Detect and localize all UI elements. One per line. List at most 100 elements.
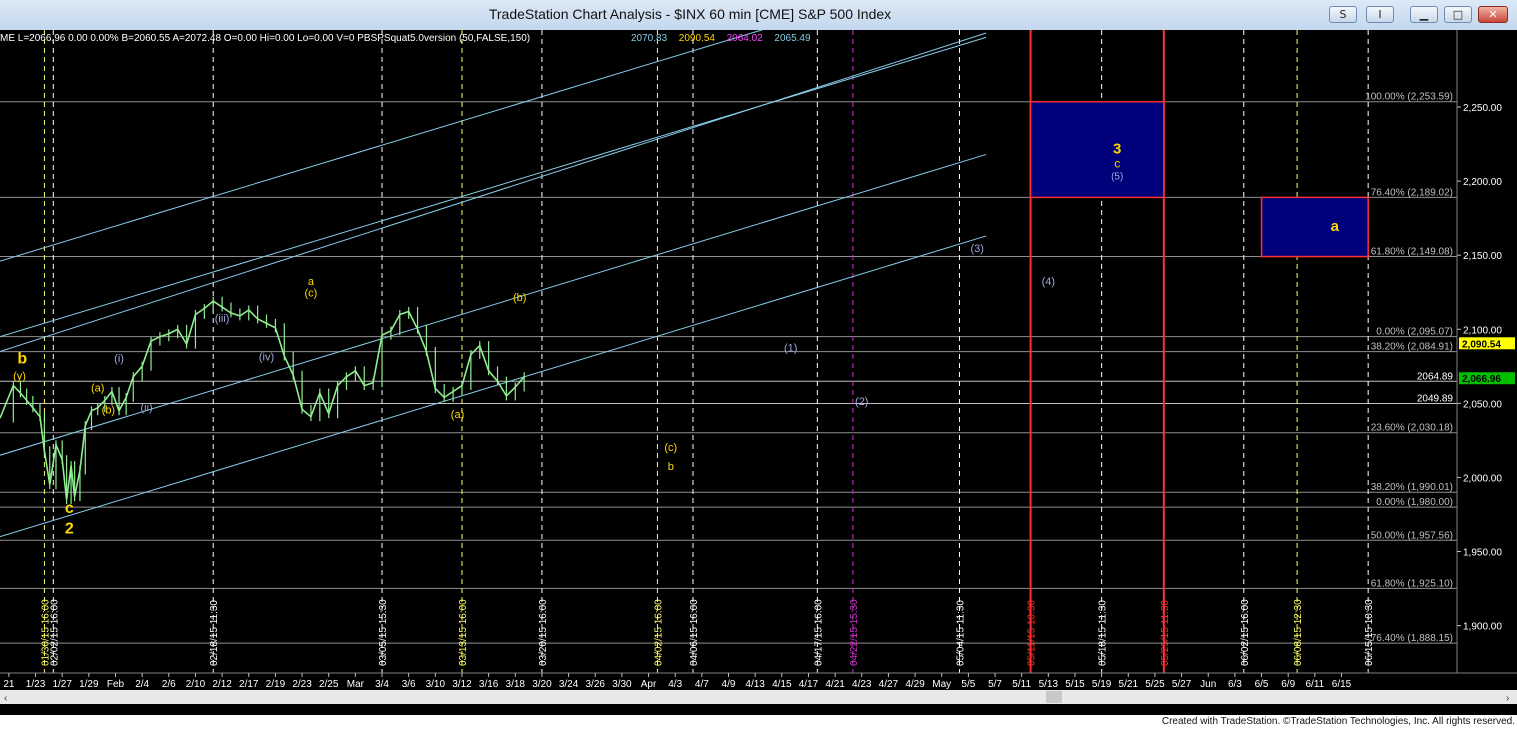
wave-label: (b) (513, 292, 526, 304)
s-dropdown-button[interactable]: S (1329, 6, 1357, 23)
status-readout: 2064.02 (727, 33, 764, 44)
status-readout: 2070.83 (631, 33, 668, 44)
scrollbar-thumb[interactable] (1046, 691, 1062, 703)
x-tick-label: 4/27 (879, 679, 899, 690)
price-tag-label: 2,066.96 (1462, 374, 1501, 385)
level-label: 23.60% (2,030.18) (1371, 423, 1453, 434)
target-box-label: a (1331, 218, 1340, 235)
time-marker-label: 04/22/15 15:30 (849, 599, 860, 666)
time-marker-label: 03/05/15 15:30 (378, 599, 389, 666)
time-marker-label: 04/17/15 16:00 (813, 599, 824, 666)
time-marker-label: 06/02/15 16:00 (1240, 599, 1251, 666)
x-tick-label: 6/5 (1255, 679, 1269, 690)
wave-label: 2 (65, 521, 74, 538)
level-label: 61.80% (1,925.10) (1371, 578, 1453, 589)
maximize-button[interactable]: □ (1444, 6, 1472, 23)
target-box-sublabel: (5) (1111, 172, 1123, 183)
x-tick-label: 5/7 (988, 679, 1002, 690)
scroll-left-icon[interactable]: ‹ (4, 693, 7, 704)
x-tick-label: 4/7 (695, 679, 709, 690)
y-tick-label: 2,050.00 (1463, 399, 1502, 410)
x-tick-label: 3/12 (452, 679, 472, 690)
wave-label: b (668, 461, 674, 473)
x-tick-label: 3/30 (612, 679, 632, 690)
copyright-text: Created with TradeStation. ©TradeStation… (1161, 716, 1515, 727)
x-tick-label: 5/5 (961, 679, 975, 690)
wave-label: (a) (91, 383, 104, 395)
wave-label: (b) (102, 405, 115, 417)
x-tick-label: 4/13 (745, 679, 765, 690)
y-tick-label: 2,250.00 (1463, 103, 1502, 114)
level-label: 38.20% (1,990.01) (1371, 482, 1453, 493)
wave-label: (4) (1042, 276, 1055, 288)
wave-label: (3) (971, 243, 984, 255)
time-marker-label: 05/04/15 11:30 (955, 600, 966, 666)
close-button[interactable]: ✕ (1478, 6, 1508, 23)
wave-label: (2) (855, 396, 868, 408)
wave-label: c (65, 500, 74, 517)
y-tick-label: 2,150.00 (1463, 251, 1502, 262)
time-marker-label: 04/02/15 16:00 (653, 599, 664, 666)
x-tick-label: Mar (347, 679, 365, 690)
x-tick-label: 4/21 (825, 679, 845, 690)
x-tick-label: 21 (3, 679, 15, 690)
x-tick-label: 1/27 (52, 679, 72, 690)
x-tick-label: Apr (641, 679, 657, 690)
x-tick-label: 2/17 (239, 679, 259, 690)
target-box (1260, 196, 1369, 258)
y-tick-label: 1,950.00 (1463, 548, 1502, 559)
x-tick-label: 3/24 (559, 679, 579, 690)
target-box-sublabel: c (1114, 157, 1120, 171)
i-dropdown-button[interactable]: I (1366, 6, 1394, 23)
time-marker-label: 05/25/15 11:30 (1160, 600, 1171, 666)
wave-label: (ii) (140, 402, 152, 414)
x-tick-label: 2/10 (186, 679, 206, 690)
x-tick-label: 1/23 (26, 679, 46, 690)
level-label: 76.40% (1,888.15) (1371, 633, 1453, 644)
level-label: 76.40% (2,189.02) (1371, 187, 1453, 198)
x-tick-label: Jun (1200, 679, 1216, 690)
chart-area[interactable]: 100.00% (2,253.59) 76.40% (2,189.02) 61.80… (0, 0, 1517, 715)
time-marker-label: 03/13/15 16:00 (458, 599, 469, 666)
y-tick-label: 2,200.00 (1463, 177, 1502, 188)
time-marker-label: 02/02/15 16:00 (49, 599, 60, 666)
x-tick-label: May (932, 679, 951, 690)
x-tick-label: 3/20 (532, 679, 552, 690)
x-tick-label: 3/18 (506, 679, 526, 690)
level-label: 2049.89 (1417, 394, 1454, 405)
x-tick-label: 4/3 (668, 679, 682, 690)
level-label: 100.00% (2,253.59) (1365, 92, 1453, 103)
window-title: TradeStation Chart Analysis - $INX 60 mi… (488, 6, 892, 22)
x-tick-label: 2/4 (135, 679, 149, 690)
x-tick-label: 5/19 (1092, 679, 1112, 690)
minimize-button[interactable]: ▁ (1410, 6, 1438, 23)
x-tick-label: 3/26 (586, 679, 606, 690)
level-label: 0.00% (2,095.07) (1376, 327, 1453, 338)
target-box-label: 3 (1113, 141, 1121, 158)
wave-label: (i) (114, 353, 124, 365)
x-tick-label: 3/16 (479, 679, 499, 690)
level-label: 0.00% (1,980.00) (1376, 497, 1453, 508)
y-tick-label: 2,100.00 (1463, 325, 1502, 336)
x-tick-label: 2/23 (292, 679, 312, 690)
x-tick-label: 6/15 (1332, 679, 1352, 690)
time-marker-label: 05/18/15 11:30 (1098, 600, 1109, 666)
x-tick-label: 5/15 (1065, 679, 1085, 690)
y-tick-label: 2,000.00 (1463, 473, 1502, 484)
x-tick-label: 5/13 (1039, 679, 1059, 690)
status-readout: 2090.54 (679, 33, 716, 44)
y-tick-label: 1,900.00 (1463, 622, 1502, 633)
status-readout: ME L=2066.96 0.00 0.00% B=2060.55 A=2072… (0, 33, 530, 44)
wave-label: (a) (451, 409, 464, 421)
level-label: 61.80% (2,149.08) (1371, 247, 1453, 258)
time-marker-label: 02/18/15 11:30 (209, 600, 220, 666)
x-tick-label: 3/4 (375, 679, 389, 690)
level-label: 38.20% (2,084.91) (1371, 342, 1453, 353)
x-tick-label: 3/6 (402, 679, 416, 690)
status-readout: 2065.49 (774, 33, 811, 44)
scroll-right-icon[interactable]: › (1506, 693, 1509, 704)
x-tick-label: 4/23 (852, 679, 872, 690)
time-marker-label: 06/15/15 10:30 (1364, 599, 1375, 666)
wave-label: (c) (305, 288, 318, 300)
wave-label: (iii) (215, 313, 230, 325)
